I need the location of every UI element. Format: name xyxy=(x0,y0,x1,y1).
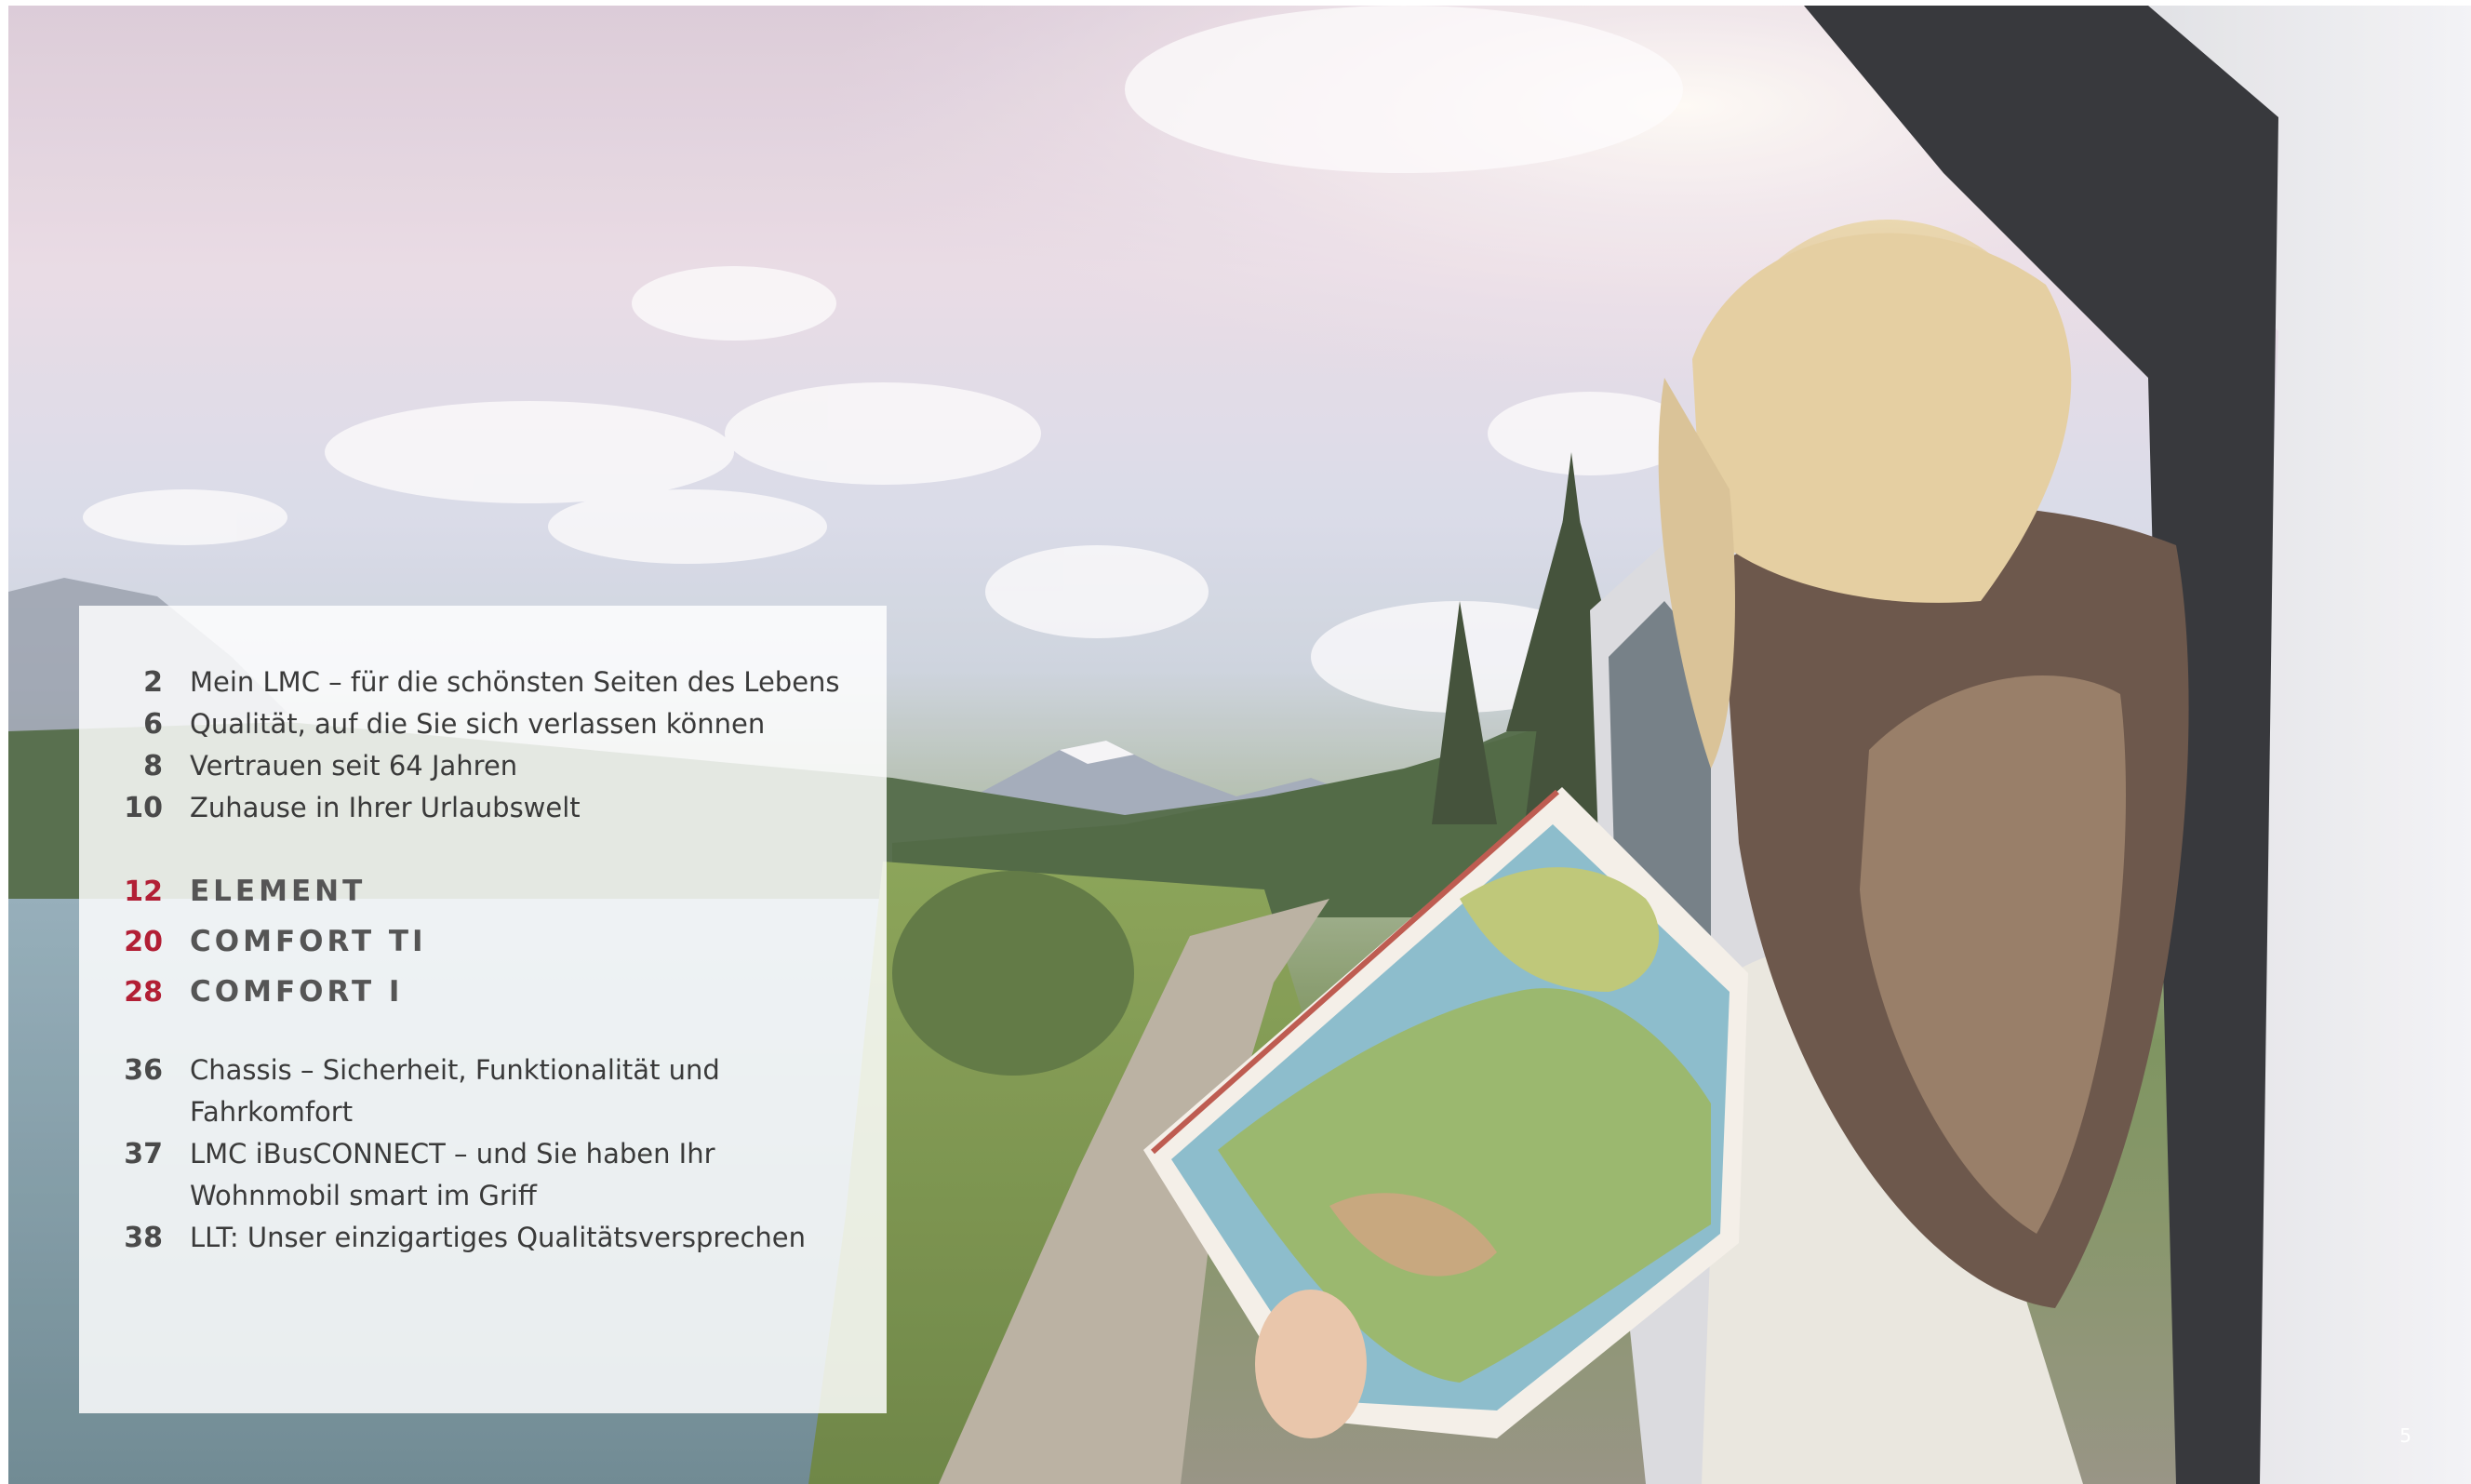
toc-page-number: 12 xyxy=(124,876,163,908)
toc-page-number: 36 xyxy=(124,1054,163,1087)
toc-entry-label-line2: Wohnmobil smart im Griff xyxy=(190,1180,537,1211)
table-of-contents: 2 Mein LMC – für die schönsten Seiten de… xyxy=(79,606,887,1413)
toc-page-number: 37 xyxy=(124,1138,163,1170)
toc-page-number: 20 xyxy=(124,926,163,958)
toc-model-label: ELEMENT xyxy=(190,875,367,908)
toc-entry-label-line1: LMC iBusCONNECT – und Sie haben Ihr xyxy=(190,1138,715,1170)
toc-entry-label: Zuhause in Ihrer Urlaubswelt xyxy=(190,792,581,823)
toc-entry-label-line2: Fahrkomfort xyxy=(190,1096,354,1128)
page-number: 5 xyxy=(2399,1424,2411,1447)
toc-entry-label: Mein LMC – für die schönsten Seiten des … xyxy=(190,666,840,698)
toc-model-label: COMFORT TI xyxy=(190,925,427,958)
toc-page-number: 2 xyxy=(143,666,163,699)
toc-model-label: COMFORT I xyxy=(190,975,404,1009)
toc-page-number: 10 xyxy=(124,792,163,824)
toc-entry-label-line1: Chassis – Sicherheit, Funktionalität und xyxy=(190,1054,720,1086)
toc-page-number: 6 xyxy=(143,708,163,741)
toc-entry-label: Qualität, auf die Sie sich verlassen kön… xyxy=(190,708,766,740)
toc-entry-label: Vertrauen seit 64 Jahren xyxy=(190,750,518,782)
toc-page-number: 38 xyxy=(124,1222,163,1254)
toc-entry-label: LLT: Unser einzigartiges Qualitätsverspr… xyxy=(190,1222,807,1253)
toc-page-number: 8 xyxy=(143,750,163,782)
brochure-page: 2 Mein LMC – für die schönsten Seiten de… xyxy=(8,6,2471,1484)
toc-page-number: 28 xyxy=(124,976,163,1009)
